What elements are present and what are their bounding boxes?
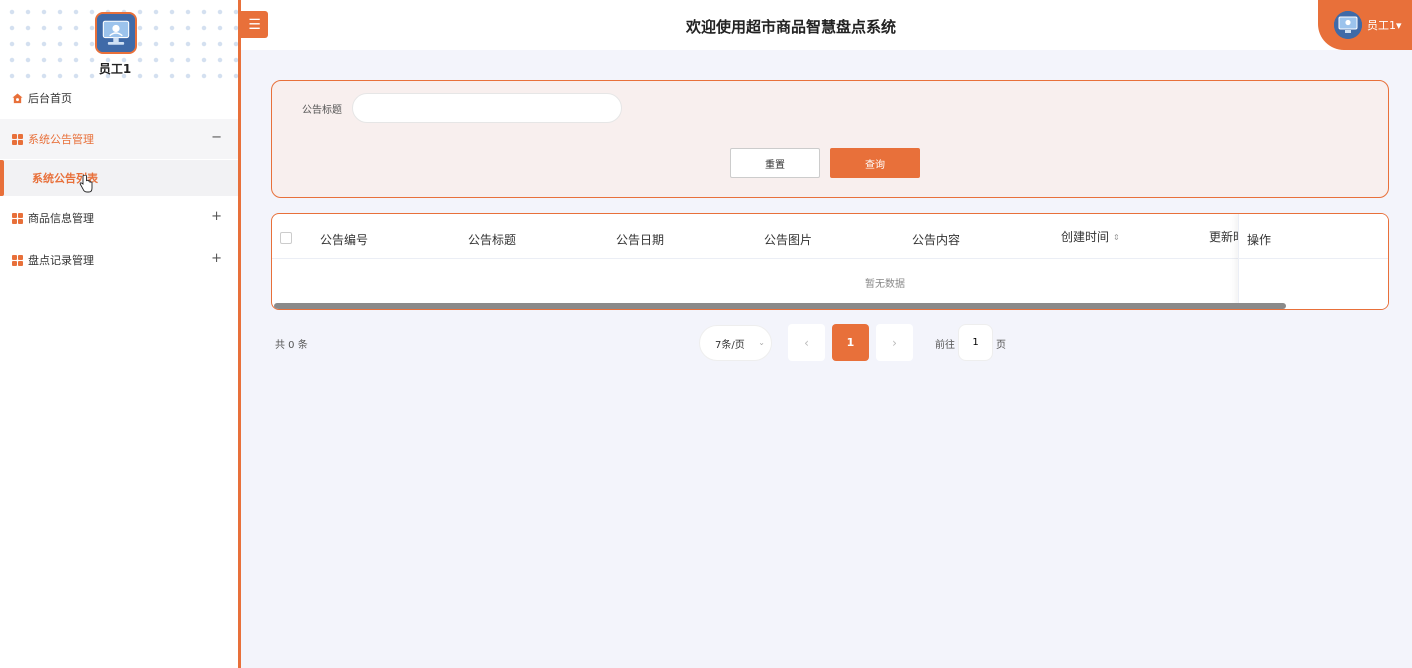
search-label: 公告标题 [302, 105, 342, 116]
sidebar: 员工1 后台首页 系统公告管理 − 系统公告列表 商品信息管理 + 盘点记录管理… [0, 0, 238, 668]
sidebar-divider [238, 0, 241, 668]
chevron-down-icon: ▾ [1396, 18, 1402, 32]
user-avatar [1334, 11, 1362, 39]
sidebar-item-label: 盘点记录管理 [28, 254, 94, 267]
expand-icon[interactable]: + [211, 251, 222, 266]
header-divider [272, 258, 1388, 259]
select-all-checkbox[interactable] [280, 232, 292, 244]
search-button[interactable]: 查询 [830, 148, 920, 178]
page-size-select[interactable]: 7条/页 ⌄ [699, 325, 772, 361]
total-count: 共 0 条 [275, 340, 308, 351]
action-column: 操作 [1238, 214, 1388, 309]
sidebar-item-label: 商品信息管理 [28, 212, 94, 225]
sidebar-profile: 员工1 [0, 0, 238, 80]
column-header: 公告标题 [468, 233, 517, 247]
sidebar-subitem-announcement-list[interactable]: 系统公告列表 [0, 160, 238, 196]
user-menu[interactable]: 员工1 ▾ [1318, 0, 1412, 50]
empty-state-text: 暂无数据 [865, 279, 905, 290]
column-header: 操作 [1247, 233, 1272, 247]
announcement-table: 公告编号 公告标题 公告日期 公告图片 公告内容 创建时间 ⇕ 更新时 暂无数据 … [271, 213, 1389, 310]
search-panel: 公告标题 重置 查询 [271, 80, 1389, 198]
column-header: 公告图片 [764, 233, 813, 247]
sidebar-item-product-management[interactable]: 商品信息管理 + [0, 198, 238, 238]
column-header-label: 创建时间 [1061, 230, 1110, 244]
page-number-current[interactable]: 1 [832, 324, 869, 361]
home-icon [12, 92, 23, 103]
grid-icon [12, 133, 23, 145]
page-size-value: 7条/页 [715, 339, 745, 351]
user-name: 员工1 [98, 62, 132, 76]
avatar-icon [1334, 11, 1362, 39]
grid-icon [12, 254, 23, 266]
avatar[interactable] [95, 12, 137, 54]
goto-suffix: 页 [996, 340, 1006, 351]
goto-label: 前往 [935, 340, 955, 351]
sidebar-item-inventory-record-management[interactable]: 盘点记录管理 + [0, 240, 238, 280]
collapse-icon[interactable]: − [211, 130, 222, 145]
avatar-icon [97, 14, 135, 52]
prev-page-button[interactable]: ‹ [788, 324, 825, 361]
next-page-button[interactable]: › [876, 324, 913, 361]
reset-button[interactable]: 重置 [730, 148, 820, 178]
sort-icon[interactable]: ⇕ [1113, 233, 1120, 241]
hand-cursor-icon [79, 175, 93, 193]
expand-icon[interactable]: + [211, 209, 222, 224]
grid-icon [12, 212, 23, 224]
column-header: 公告编号 [320, 233, 369, 247]
announcement-title-input[interactable] [352, 93, 622, 123]
user-menu-label: 员工1 [1367, 19, 1396, 32]
column-header: 公告日期 [616, 233, 665, 247]
sidebar-item-label: 系统公告管理 [28, 133, 94, 146]
active-indicator [0, 160, 4, 196]
sidebar-item-label: 后台首页 [28, 92, 72, 105]
column-header: 公告内容 [912, 233, 961, 247]
column-header-sortable[interactable]: 创建时间 ⇕ [1061, 228, 1120, 245]
header-divider [1239, 258, 1388, 259]
chevron-down-icon: ⌄ [758, 338, 765, 347]
goto-page-input[interactable] [958, 324, 993, 361]
horizontal-scrollbar[interactable] [274, 303, 1286, 309]
page-title: 欢迎使用超市商品智慧盘点系统 [685, 18, 896, 36]
sidebar-item-home[interactable]: 后台首页 [0, 78, 238, 118]
sidebar-item-announcement-management[interactable]: 系统公告管理 − [0, 119, 238, 159]
